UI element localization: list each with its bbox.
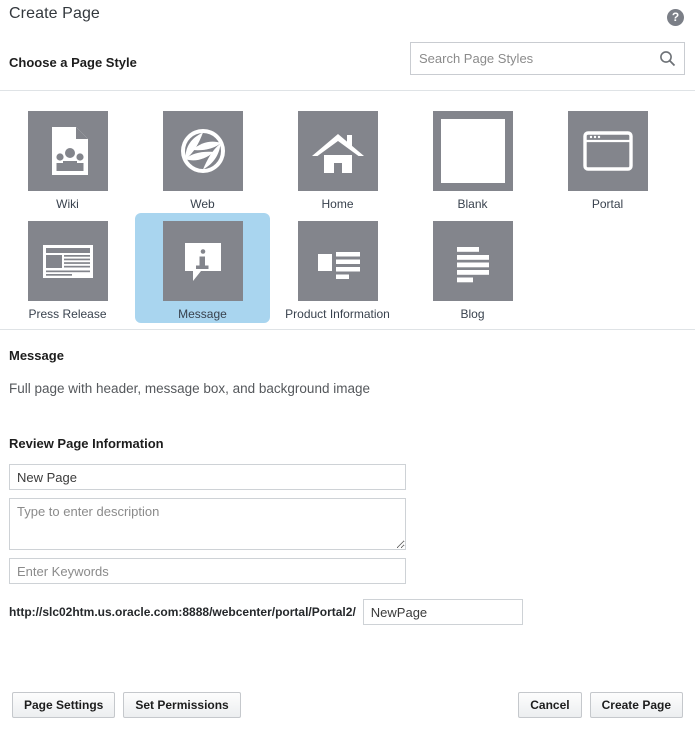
search-input[interactable]: [411, 43, 651, 74]
help-circle-icon[interactable]: ?: [667, 9, 684, 26]
footer-left-actions: Page Settings Set Permissions: [12, 692, 241, 718]
page-name-input[interactable]: [9, 464, 406, 490]
page-style-tile-portal[interactable]: Portal: [540, 103, 675, 213]
page-style-grid: Wiki Web Home Blank Portal Press Release…: [0, 91, 695, 329]
style-description-title: Message: [9, 348, 64, 363]
page-description-textarea[interactable]: [9, 498, 406, 550]
page-style-label: Blank: [457, 197, 488, 211]
dialog-header: Create Page ?: [0, 0, 695, 40]
page-keywords-input[interactable]: [9, 558, 406, 584]
page-style-tile-blank[interactable]: Blank: [405, 103, 540, 213]
review-fields: [0, 451, 695, 584]
page-style-label: Message: [178, 307, 227, 321]
page-style-label: Press Release: [28, 307, 107, 321]
page-style-tile-web[interactable]: Web: [135, 103, 270, 213]
choose-style-bar: Choose a Page Style: [0, 40, 695, 90]
page-style-tile-message[interactable]: Message: [135, 213, 270, 323]
cancel-button[interactable]: Cancel: [518, 692, 582, 718]
page-style-tile-wiki[interactable]: Wiki: [0, 103, 135, 213]
page-style-tile-home[interactable]: Home: [270, 103, 405, 213]
page-url-prefix: http://slc02htm.us.oracle.com:8888/webce…: [9, 605, 356, 619]
page-settings-button[interactable]: Page Settings: [12, 692, 116, 718]
image-with-text-lines-icon: [297, 221, 378, 301]
page-style-row: Press Release Message Product Informatio…: [0, 213, 695, 323]
house-icon: [297, 111, 378, 191]
browser-window-icon: [567, 111, 648, 191]
text-lines-icon: [432, 221, 513, 301]
page-style-label: Portal: [591, 197, 624, 211]
set-permissions-button[interactable]: Set Permissions: [123, 692, 241, 718]
dialog-footer: Page Settings Set Permissions Cancel Cre…: [0, 692, 695, 718]
search-icon[interactable]: [659, 50, 676, 67]
search-page-styles-box[interactable]: [410, 42, 685, 75]
page-style-label: Blog: [460, 307, 485, 321]
page-style-label: Home: [321, 197, 354, 211]
style-description: Message Full page with header, message b…: [0, 330, 695, 402]
globe-icon: [162, 111, 243, 191]
page-url-slug-input[interactable]: [362, 599, 523, 625]
page-url-row: http://slc02htm.us.oracle.com:8888/webce…: [0, 592, 695, 625]
style-description-text: Full page with header, message box, and …: [9, 381, 370, 396]
page-style-label: Product Information: [285, 307, 390, 321]
page-style-label: Wiki: [56, 197, 79, 211]
footer-right-actions: Cancel Create Page: [518, 692, 683, 718]
page-style-label: Web: [190, 197, 215, 211]
page-title: Create Page: [9, 5, 100, 22]
wiki-document-people-icon: [27, 111, 108, 191]
page-style-tile-blog[interactable]: Blog: [405, 213, 540, 323]
newspaper-icon: [27, 221, 108, 301]
review-page-information-label: Review Page Information: [9, 436, 164, 451]
info-speech-bubble-icon: [162, 221, 243, 301]
page-style-tile-press-release[interactable]: Press Release: [0, 213, 135, 323]
create-page-button[interactable]: Create Page: [589, 692, 683, 718]
page-style-row: Wiki Web Home Blank Portal: [0, 103, 695, 213]
page-style-tile-product-information[interactable]: Product Information: [270, 213, 405, 323]
choose-style-label: Choose a Page Style: [9, 55, 137, 70]
blank-page-icon: [432, 111, 513, 191]
